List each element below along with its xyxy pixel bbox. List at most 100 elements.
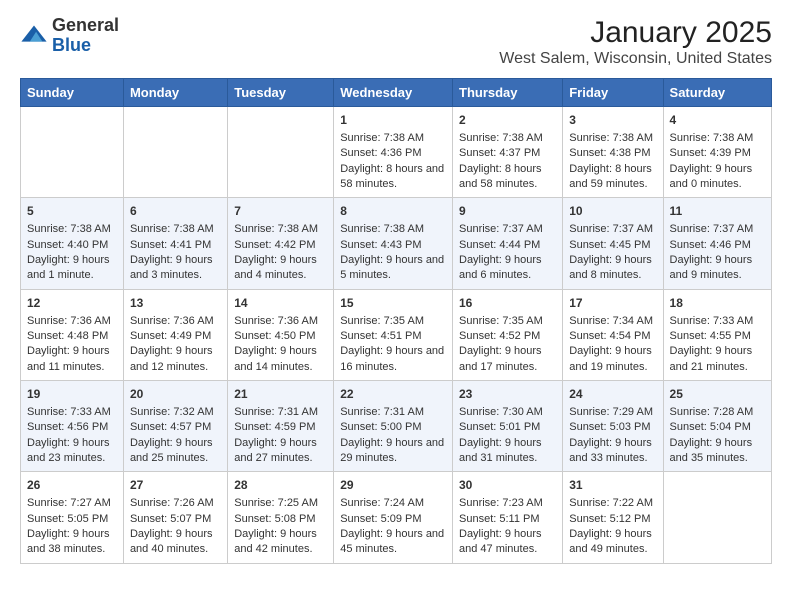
day-content: Sunset: 4:51 PM: [340, 329, 446, 344]
day-number: 24: [569, 386, 656, 403]
day-content: Daylight: 9 hours and 19 minutes.: [569, 344, 656, 375]
day-content: Daylight: 8 hours and 59 minutes.: [569, 162, 656, 193]
logo-text: General Blue: [52, 16, 119, 56]
day-content: Sunrise: 7:23 AM: [459, 496, 556, 511]
day-content: Sunrise: 7:29 AM: [569, 405, 656, 420]
day-content: Sunset: 4:54 PM: [569, 329, 656, 344]
day-content: Daylight: 9 hours and 33 minutes.: [569, 436, 656, 467]
day-number: 31: [569, 477, 656, 494]
day-content: Sunset: 4:38 PM: [569, 146, 656, 161]
calendar-cell: 27Sunrise: 7:26 AMSunset: 5:07 PMDayligh…: [123, 472, 227, 563]
calendar-cell: 21Sunrise: 7:31 AMSunset: 4:59 PMDayligh…: [228, 381, 334, 472]
day-content: Sunrise: 7:37 AM: [670, 222, 765, 237]
day-content: Daylight: 9 hours and 11 minutes.: [27, 344, 117, 375]
calendar-cell: 16Sunrise: 7:35 AMSunset: 4:52 PMDayligh…: [453, 289, 563, 380]
day-header-monday: Monday: [123, 79, 227, 107]
day-content: Sunrise: 7:34 AM: [569, 314, 656, 329]
day-number: 16: [459, 295, 556, 312]
calendar-cell: 24 Sunrise: 7:29 AMSunset: 5:03 PMDayligh…: [563, 381, 663, 472]
day-number: 19: [27, 386, 117, 403]
day-header-thursday: Thursday: [453, 79, 563, 107]
day-content: Daylight: 9 hours and 1 minute.: [27, 253, 117, 284]
day-header-sunday: Sunday: [21, 79, 124, 107]
day-content: Sunrise: 7:28 AM: [670, 405, 765, 420]
day-content: Sunrise: 7:36 AM: [27, 314, 117, 329]
day-content: Sunrise: 7:38 AM: [459, 131, 556, 146]
day-content: Daylight: 9 hours and 35 minutes.: [670, 436, 765, 467]
calendar-cell: 22Sunrise: 7:31 AMSunset: 5:00 PMDayligh…: [334, 381, 453, 472]
calendar-title: January 2025: [499, 16, 772, 50]
day-number: 6: [130, 203, 221, 220]
day-content: Daylight: 9 hours and 38 minutes.: [27, 527, 117, 558]
day-content: Daylight: 9 hours and 40 minutes.: [130, 527, 221, 558]
day-content: Sunrise: 7:37 AM: [569, 222, 656, 237]
day-content: Sunset: 5:09 PM: [340, 512, 446, 527]
calendar-cell: 2 Sunrise: 7:38 AMSunset: 4:37 PMDaylight…: [453, 107, 563, 198]
day-header-wednesday: Wednesday: [334, 79, 453, 107]
day-number: 1: [340, 112, 446, 129]
calendar-cell: 5Sunrise: 7:38 AMSunset: 4:40 PMDaylight…: [21, 198, 124, 289]
day-content: Sunset: 5:11 PM: [459, 512, 556, 527]
calendar-cell: 25Sunrise: 7:28 AMSunset: 5:04 PMDayligh…: [663, 381, 771, 472]
day-content: Sunrise: 7:33 AM: [27, 405, 117, 420]
day-content: Daylight: 9 hours and 23 minutes.: [27, 436, 117, 467]
day-content: Sunrise: 7:31 AM: [234, 405, 327, 420]
day-content: Sunrise: 7:36 AM: [130, 314, 221, 329]
day-content: Sunset: 5:08 PM: [234, 512, 327, 527]
calendar-cell: 31Sunrise: 7:22 AMSunset: 5:12 PMDayligh…: [563, 472, 663, 563]
logo: General Blue: [20, 16, 119, 56]
day-content: Sunrise: 7:24 AM: [340, 496, 446, 511]
day-content: Sunset: 4:42 PM: [234, 238, 327, 253]
day-content: Daylight: 9 hours and 8 minutes.: [569, 253, 656, 284]
day-number: 2: [459, 112, 556, 129]
calendar-cell: 7Sunrise: 7:38 AMSunset: 4:42 PMDaylight…: [228, 198, 334, 289]
day-content: Sunrise: 7:22 AM: [569, 496, 656, 511]
day-header-saturday: Saturday: [663, 79, 771, 107]
calendar-cell: 14Sunrise: 7:36 AMSunset: 4:50 PMDayligh…: [228, 289, 334, 380]
day-content: Sunrise: 7:38 AM: [340, 131, 446, 146]
day-content: Sunset: 4:49 PM: [130, 329, 221, 344]
day-content: Daylight: 9 hours and 0 minutes.: [670, 162, 765, 193]
calendar-cell: 29Sunrise: 7:24 AMSunset: 5:09 PMDayligh…: [334, 472, 453, 563]
day-content: Sunset: 5:04 PM: [670, 420, 765, 435]
calendar-cell: [228, 107, 334, 198]
calendar-table: SundayMondayTuesdayWednesdayThursdayFrid…: [20, 78, 772, 564]
day-content: Sunset: 5:03 PM: [569, 420, 656, 435]
calendar-cell: [21, 107, 124, 198]
day-content: Sunset: 4:48 PM: [27, 329, 117, 344]
day-content: Sunset: 4:36 PM: [340, 146, 446, 161]
day-header-tuesday: Tuesday: [228, 79, 334, 107]
page-header: General Blue January 2025 West Salem, Wi…: [20, 16, 772, 68]
day-content: Sunrise: 7:35 AM: [459, 314, 556, 329]
day-content: Daylight: 9 hours and 3 minutes.: [130, 253, 221, 284]
day-content: Sunset: 4:56 PM: [27, 420, 117, 435]
day-content: Sunrise: 7:38 AM: [670, 131, 765, 146]
day-content: Daylight: 8 hours and 58 minutes.: [459, 162, 556, 193]
day-content: Sunrise: 7:35 AM: [340, 314, 446, 329]
day-content: Daylight: 9 hours and 27 minutes.: [234, 436, 327, 467]
day-number: 23: [459, 386, 556, 403]
calendar-cell: [123, 107, 227, 198]
calendar-cell: 15Sunrise: 7:35 AMSunset: 4:51 PMDayligh…: [334, 289, 453, 380]
calendar-cell: 19 Sunrise: 7:33 AMSunset: 4:56 PMDayligh…: [21, 381, 124, 472]
day-content: Daylight: 9 hours and 4 minutes.: [234, 253, 327, 284]
day-content: Sunset: 5:01 PM: [459, 420, 556, 435]
day-content: Sunrise: 7:38 AM: [569, 131, 656, 146]
calendar-cell: 13Sunrise: 7:36 AMSunset: 4:49 PMDayligh…: [123, 289, 227, 380]
day-content: Sunset: 4:39 PM: [670, 146, 765, 161]
day-number: 18: [670, 295, 765, 312]
calendar-cell: 23Sunrise: 7:30 AMSunset: 5:01 PMDayligh…: [453, 381, 563, 472]
calendar-cell: [663, 472, 771, 563]
logo-general-text: General: [52, 16, 119, 36]
calendar-header: SundayMondayTuesdayWednesdayThursdayFrid…: [21, 79, 772, 107]
day-content: Sunrise: 7:38 AM: [340, 222, 446, 237]
day-content: Daylight: 9 hours and 31 minutes.: [459, 436, 556, 467]
day-number: 14: [234, 295, 327, 312]
day-content: Daylight: 9 hours and 12 minutes.: [130, 344, 221, 375]
calendar-cell: 6Sunrise: 7:38 AMSunset: 4:41 PMDaylight…: [123, 198, 227, 289]
day-content: Sunrise: 7:26 AM: [130, 496, 221, 511]
day-number: 9: [459, 203, 556, 220]
day-number: 29: [340, 477, 446, 494]
day-content: Sunset: 4:37 PM: [459, 146, 556, 161]
calendar-cell: 8Sunrise: 7:38 AMSunset: 4:43 PMDaylight…: [334, 198, 453, 289]
